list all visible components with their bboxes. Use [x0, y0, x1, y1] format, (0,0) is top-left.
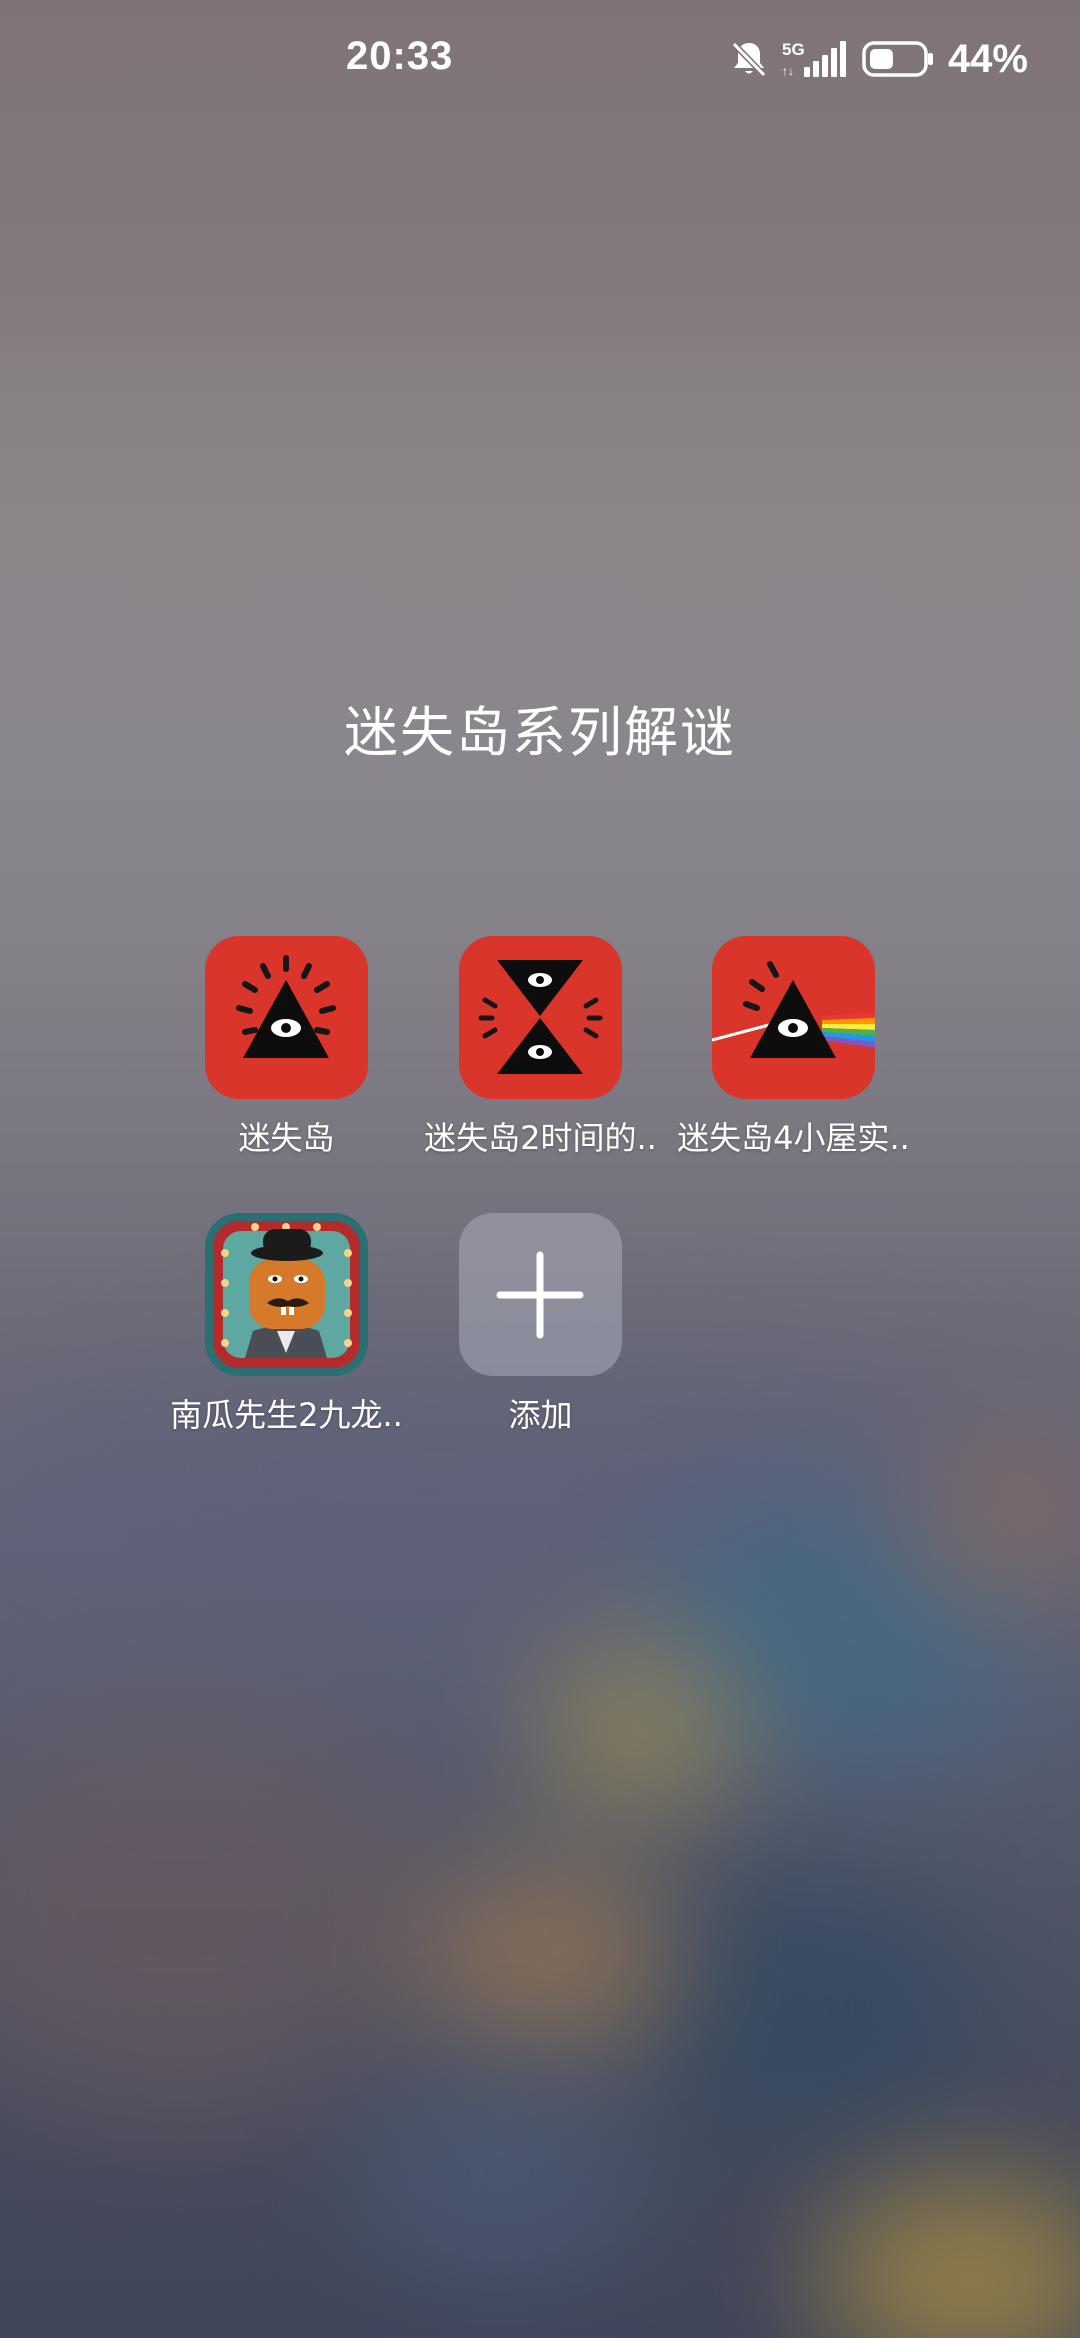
svg-text:↑↓: ↑↓ — [782, 64, 794, 78]
bell-off-icon — [731, 41, 767, 78]
app-label: 迷失岛 — [238, 1119, 335, 1157]
lost-island-2-icon — [459, 936, 622, 1099]
clock: 20:33 — [346, 34, 454, 78]
add-label: 添加 — [508, 1396, 573, 1434]
lost-island-icon — [205, 936, 368, 1099]
status-icons: 5G ↑↓ 44% — [730, 34, 1028, 84]
mr-pumpkin-2-icon — [205, 1213, 368, 1376]
app-label: 南瓜先生2九龙.. — [170, 1396, 403, 1434]
app-label: 迷失岛4小屋实.. — [677, 1119, 910, 1157]
add-icon — [459, 1213, 622, 1376]
lost-island-4-icon — [712, 936, 875, 1099]
signal-icon: 5G ↑↓ — [782, 40, 846, 78]
app-lost-island-2[interactable]: 迷失岛2时间的.. — [414, 936, 667, 1176]
app-mr-pumpkin-2[interactable]: 南瓜先生2九龙.. — [160, 1213, 413, 1453]
status-bar: 20:33 5G ↑↓ 44% — [0, 0, 1080, 120]
app-lost-island[interactable]: 迷失岛 — [160, 936, 413, 1176]
battery-percent: 44% — [947, 36, 1028, 81]
add-app-button[interactable]: 添加 — [414, 1213, 667, 1453]
battery-icon — [862, 41, 933, 77]
folder-title: 迷失岛系列解谜 — [344, 701, 736, 764]
network-type: 5G — [782, 40, 805, 59]
app-lost-island-4[interactable]: 迷失岛4小屋实.. — [667, 936, 920, 1176]
app-label: 迷失岛2时间的.. — [424, 1119, 657, 1157]
